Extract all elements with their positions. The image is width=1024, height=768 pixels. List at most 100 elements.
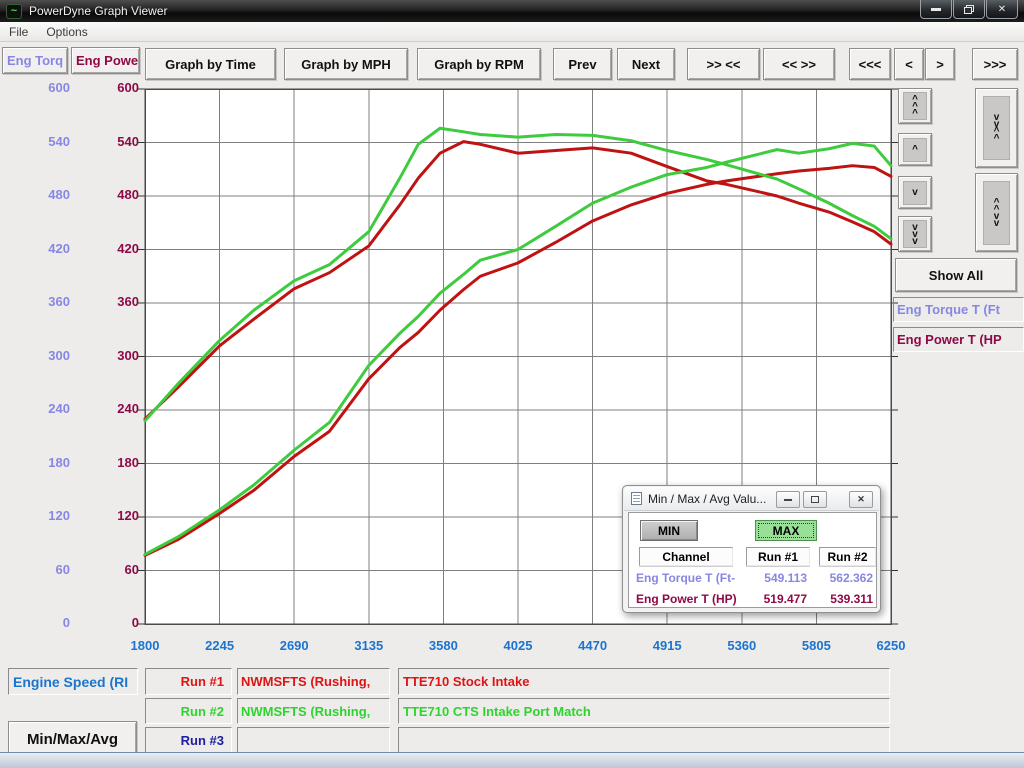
window-bottom-frame — [0, 752, 1024, 768]
run3-file-field[interactable] — [237, 727, 390, 753]
collapse-scale-button[interactable]: vv ^^ — [975, 88, 1018, 168]
document-icon — [631, 492, 642, 505]
x-tick-label: 6250 — [877, 638, 906, 653]
y-tick-label: 0 — [10, 616, 70, 630]
caption-buttons: ✕ — [919, 0, 1018, 19]
y-tick-label: 300 — [79, 349, 139, 363]
channel-button-torque[interactable]: Eng Torq — [2, 47, 68, 74]
y-tick-label: 120 — [79, 509, 139, 523]
minmax-maximize-icon[interactable] — [803, 491, 827, 508]
minmax-caption-buttons: ✕ — [773, 491, 873, 508]
graph-by-mph-button[interactable]: Graph by MPH — [284, 48, 408, 80]
window-title: PowerDyne Graph Viewer — [29, 4, 168, 18]
run3-desc-field[interactable] — [398, 727, 890, 753]
y-tick-label: 120 — [10, 509, 70, 523]
y-axis-power-labels: 600540480420360300240180120600 — [79, 89, 139, 624]
channel-button-power[interactable]: Eng Powe — [71, 47, 140, 74]
legend-torque[interactable]: Eng Torque T (Ft — [893, 297, 1024, 322]
run2-label: Run #2 — [145, 698, 232, 724]
zoom-in-button[interactable]: >> << — [687, 48, 760, 80]
minmax-body: MIN MAX Channel Run #1 Run #2 Eng Torque… — [628, 512, 877, 608]
y-tick-label: 540 — [10, 135, 70, 149]
minmax-window: Min / Max / Avg Valu... ✕ MIN MAX Channe… — [622, 485, 881, 613]
row-torque-run1: 549.113 — [749, 571, 807, 585]
graph-by-time-button[interactable]: Graph by Time — [145, 48, 276, 80]
scroll-up-button[interactable]: ^ — [898, 133, 932, 166]
app-window: ~ PowerDyne Graph Viewer ✕ File Options … — [0, 0, 1024, 768]
row-power-channel: Eng Power T (HP) — [636, 592, 751, 606]
y-tick-label: 360 — [10, 295, 70, 309]
show-all-button[interactable]: Show All — [895, 258, 1017, 292]
header-run2: Run #2 — [819, 547, 876, 566]
y-tick-label: 240 — [10, 402, 70, 416]
y-tick-label: 420 — [79, 242, 139, 256]
y-tick-label: 420 — [10, 242, 70, 256]
scroll-down-button[interactable]: v — [898, 176, 932, 209]
row-power-run1: 519.477 — [749, 592, 807, 606]
minimize-icon[interactable] — [920, 0, 952, 19]
graph-by-rpm-button[interactable]: Graph by RPM — [417, 48, 541, 80]
minmax-minimize-icon[interactable] — [776, 491, 800, 508]
run2-desc-field[interactable]: TTE710 CTS Intake Port Match — [398, 698, 890, 724]
header-run1: Run #1 — [746, 547, 810, 566]
maximize-icon[interactable] — [953, 0, 985, 19]
x-tick-label: 4025 — [504, 638, 533, 653]
x-tick-label: 4915 — [653, 638, 682, 653]
close-icon[interactable]: ✕ — [986, 0, 1018, 19]
x-tick-label: 1800 — [131, 638, 160, 653]
max-toggle-button[interactable]: MAX — [755, 520, 817, 541]
expand-scale-button[interactable]: ^^ vv — [975, 173, 1018, 252]
x-tick-label: 2245 — [205, 638, 234, 653]
y-tick-label: 180 — [79, 456, 139, 470]
menu-options[interactable]: Options — [37, 23, 96, 41]
scroll-down-fast-button[interactable]: vvv — [898, 216, 932, 252]
x-tick-label: 3135 — [354, 638, 383, 653]
x-tick-label: 4470 — [578, 638, 607, 653]
run2-file-field[interactable]: NWMSFTS (Rushing, — [237, 698, 390, 724]
legend-power[interactable]: Eng Power T (HP — [893, 327, 1024, 352]
y-tick-label: 480 — [79, 188, 139, 202]
y-tick-label: 60 — [10, 563, 70, 577]
run1-desc-field[interactable]: TTE710 Stock Intake — [398, 668, 890, 695]
menu-bar: File Options — [0, 22, 1024, 42]
menu-file[interactable]: File — [0, 23, 37, 41]
minmax-title-bar[interactable]: Min / Max / Avg Valu... ✕ — [624, 487, 879, 511]
step-back-button[interactable]: < — [894, 48, 924, 80]
scroll-up-fast-button[interactable]: ^^^ — [898, 88, 932, 124]
x-tick-label: 5360 — [727, 638, 756, 653]
app-icon: ~ — [6, 4, 22, 19]
x-tick-label: 3580 — [429, 638, 458, 653]
row-torque-channel: Eng Torque T (Ft- — [636, 571, 751, 585]
minmax-close-icon[interactable]: ✕ — [849, 491, 873, 508]
y-tick-label: 600 — [79, 81, 139, 95]
row-power-run2: 539.311 — [815, 592, 873, 606]
jump-start-button[interactable]: <<< — [849, 48, 891, 80]
zoom-out-button[interactable]: << >> — [763, 48, 835, 80]
y-tick-label: 180 — [10, 456, 70, 470]
y-tick-label: 240 — [79, 402, 139, 416]
jump-end-button[interactable]: >>> — [972, 48, 1018, 80]
x-axis-labels: 1800224526903135358040254470491553605805… — [145, 638, 891, 656]
x-tick-label: 2690 — [280, 638, 309, 653]
y-tick-label: 0 — [79, 616, 139, 630]
header-channel: Channel — [639, 547, 733, 566]
x-tick-label: 5805 — [802, 638, 831, 653]
y-tick-label: 60 — [79, 563, 139, 577]
row-torque-run2: 562.362 — [815, 571, 873, 585]
y-tick-label: 300 — [10, 349, 70, 363]
y-tick-label: 600 — [10, 81, 70, 95]
run1-label: Run #1 — [145, 668, 232, 695]
run1-file-field[interactable]: NWMSFTS (Rushing, — [237, 668, 390, 695]
x-channel-field[interactable]: Engine Speed (RI — [8, 668, 138, 695]
min-toggle-button[interactable]: MIN — [640, 520, 698, 541]
title-bar: ~ PowerDyne Graph Viewer ✕ — [0, 0, 1024, 22]
y-tick-label: 360 — [79, 295, 139, 309]
run3-label: Run #3 — [145, 727, 232, 753]
prev-button[interactable]: Prev — [553, 48, 612, 80]
y-tick-label: 480 — [10, 188, 70, 202]
y-tick-label: 540 — [79, 135, 139, 149]
next-button[interactable]: Next — [617, 48, 675, 80]
minmax-title: Min / Max / Avg Valu... — [648, 492, 766, 506]
y-axis-torque-labels: 600540480420360300240180120600 — [10, 89, 70, 624]
step-forward-button[interactable]: > — [925, 48, 955, 80]
